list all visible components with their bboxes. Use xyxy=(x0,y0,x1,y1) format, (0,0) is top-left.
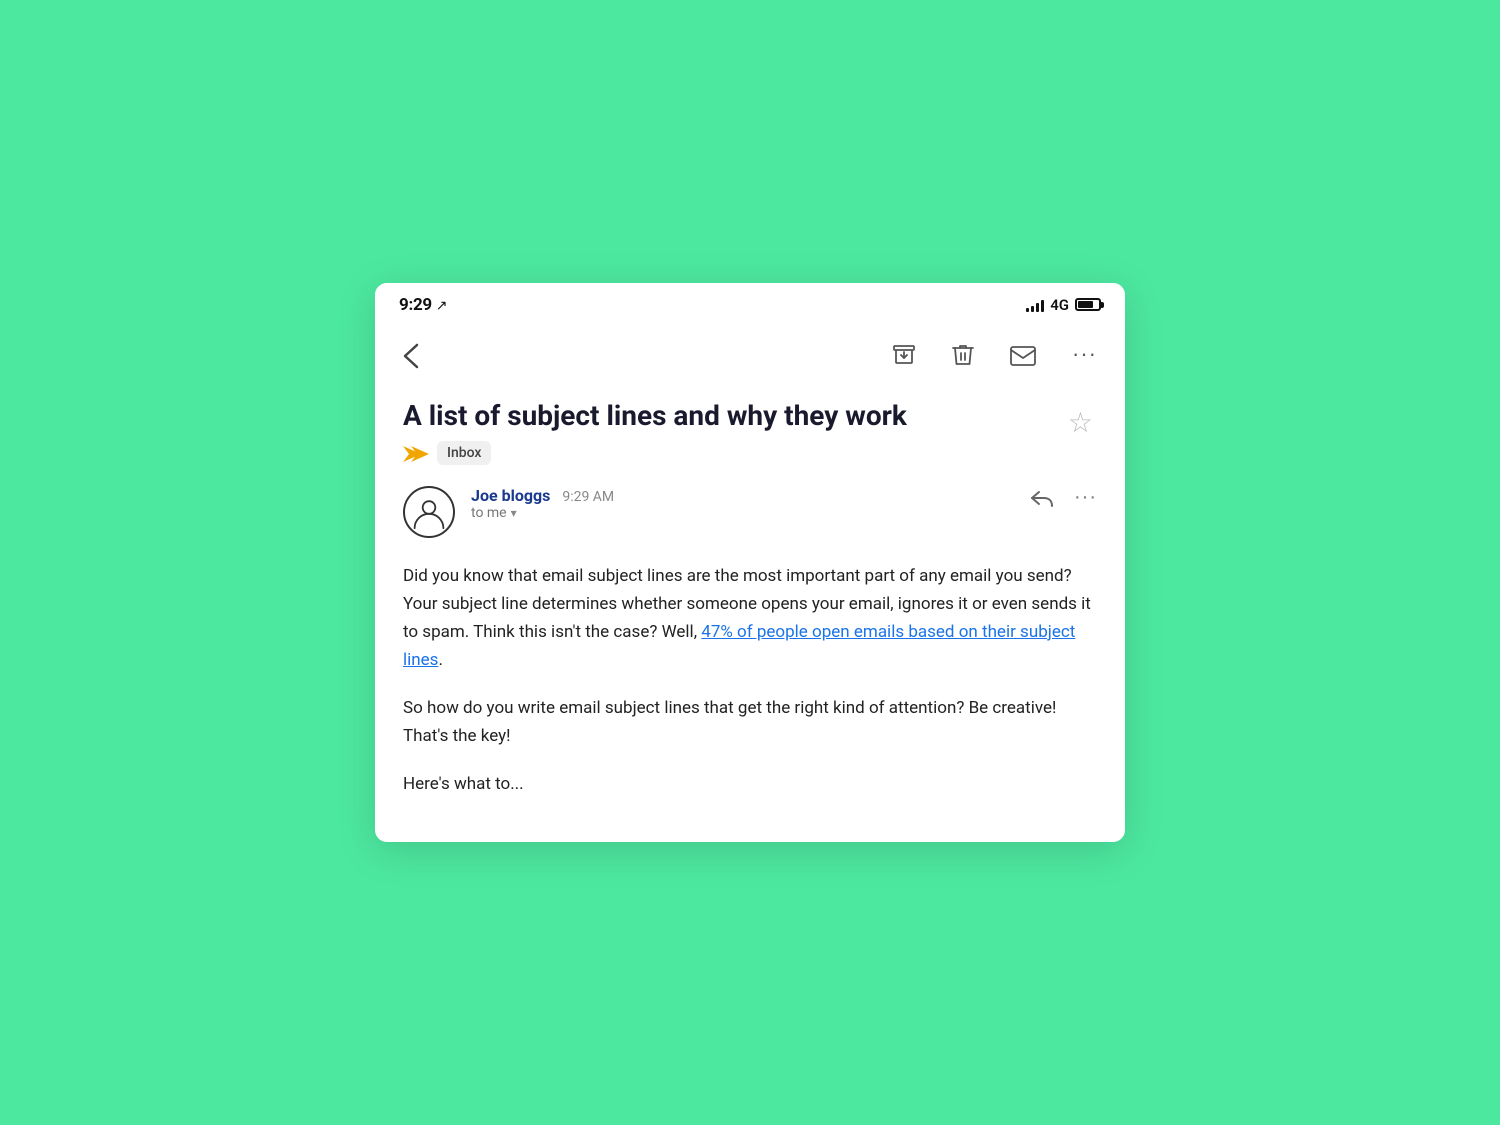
email-content: A list of subject lines and why they wor… xyxy=(375,390,1125,842)
sender-to[interactable]: to me ▾ xyxy=(471,505,1014,521)
status-right: 4G xyxy=(1026,296,1101,314)
signal-bars xyxy=(1026,298,1044,312)
sender-row: Joe bloggs 9:29 AM to me ▾ xyxy=(403,486,1097,538)
toolbar-left xyxy=(399,335,423,374)
archive-button[interactable] xyxy=(888,337,920,371)
more-button[interactable]: ··· xyxy=(1068,337,1101,371)
star-button[interactable]: ☆ xyxy=(1064,402,1097,443)
email-paragraph-3: Here's what to... xyxy=(403,770,1097,798)
phone-frame: 9:29 ↗ 4G xyxy=(375,283,1125,842)
location-icon: ↗ xyxy=(436,298,447,314)
back-button[interactable] xyxy=(399,335,423,374)
user-icon xyxy=(411,494,447,530)
more-icon: ··· xyxy=(1072,341,1097,367)
envelope-icon xyxy=(1010,341,1036,367)
email-paragraph-2: So how do you write email subject lines … xyxy=(403,694,1097,750)
chevron-down-icon: ▾ xyxy=(511,506,517,520)
battery xyxy=(1075,298,1101,311)
network-label: 4G xyxy=(1050,296,1069,314)
subject-area: A list of subject lines and why they wor… xyxy=(403,398,1097,466)
reply-icon xyxy=(1030,486,1054,508)
email-paragraph-1: Did you know that email subject lines ar… xyxy=(403,562,1097,674)
status-time: 9:29 ↗ xyxy=(399,295,447,315)
email-subject: A list of subject lines and why they wor… xyxy=(403,398,1064,433)
battery-fill xyxy=(1078,301,1093,308)
sender-name: Joe bloggs xyxy=(471,486,550,505)
sender-time: 9:29 AM xyxy=(562,489,614,505)
reply-button[interactable] xyxy=(1030,486,1054,509)
signal-bar-3 xyxy=(1036,303,1039,312)
inbox-badge: Inbox xyxy=(437,441,491,465)
signal-bar-4 xyxy=(1041,300,1044,312)
forward-icon xyxy=(403,441,429,466)
signal-bar-1 xyxy=(1026,308,1029,312)
sender-info: Joe bloggs 9:29 AM to me ▾ xyxy=(471,486,1014,521)
archive-icon xyxy=(892,341,916,367)
signal-bar-2 xyxy=(1031,306,1034,312)
email-toolbar: ··· xyxy=(375,323,1125,390)
subject-meta: Inbox xyxy=(403,441,1064,466)
subject-main: A list of subject lines and why they wor… xyxy=(403,398,1064,466)
more-sender-icon: ··· xyxy=(1074,486,1097,508)
email-body: Did you know that email subject lines ar… xyxy=(403,562,1097,798)
status-bar: 9:29 ↗ 4G xyxy=(375,283,1125,323)
sender-actions: ··· xyxy=(1030,486,1097,509)
delete-button[interactable] xyxy=(948,337,978,371)
back-icon xyxy=(403,339,419,370)
star-icon: ☆ xyxy=(1068,407,1093,438)
battery-body xyxy=(1075,298,1101,311)
more-sender-button[interactable]: ··· xyxy=(1074,486,1097,509)
toolbar-right: ··· xyxy=(888,337,1101,371)
sender-avatar xyxy=(403,486,455,538)
trash-icon xyxy=(952,341,974,367)
mark-unread-button[interactable] xyxy=(1006,337,1040,371)
